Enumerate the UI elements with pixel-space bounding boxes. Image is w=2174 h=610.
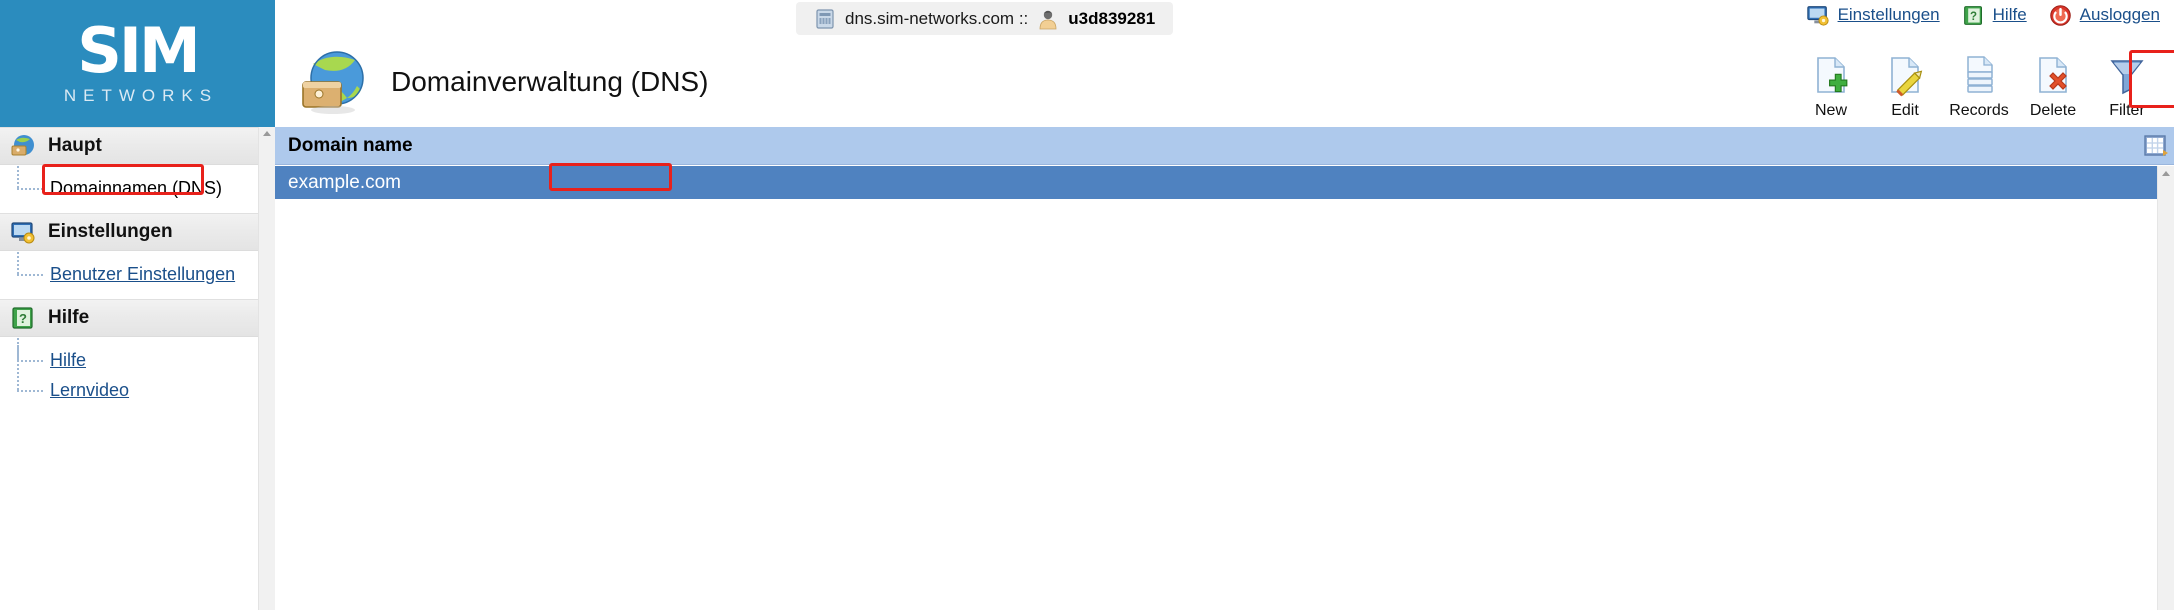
- grid-columns-icon[interactable]: [2140, 131, 2170, 161]
- tree-connector-icon: [17, 166, 50, 203]
- top-link-label: Ausloggen: [2079, 5, 2160, 24]
- top-links: Einstellungen ? Hilfe Ausloggen: [1806, 3, 2160, 27]
- sidebar-item-lernvideo[interactable]: Lernvideo: [0, 345, 275, 405]
- toolbar-button-new[interactable]: New: [1794, 45, 1868, 120]
- svg-text:?: ?: [1970, 10, 1977, 22]
- toolbar-button-label: Records: [1949, 102, 2009, 119]
- column-header-domain-name[interactable]: Domain name: [288, 135, 413, 157]
- power-logout-icon: [2049, 4, 2072, 27]
- sidebar-group-label: Hilfe: [48, 307, 90, 328]
- sidebar-body: Haupt Domainnamen (DNS) Einstellungen Be…: [0, 127, 275, 610]
- main-content: dns.sim-networks.com :: u3d839281 Einste…: [275, 0, 2174, 610]
- sidebar-item-label: Domainnamen (DNS): [50, 177, 223, 198]
- sidebar-item-label: Benutzer Einstellungen: [50, 263, 236, 284]
- page-edit-pencil-icon: [1883, 53, 1927, 97]
- top-link-einstellungen[interactable]: Einstellungen: [1806, 3, 1940, 27]
- table-scrollbar[interactable]: [2157, 166, 2174, 610]
- green-book-help-icon: ?: [1962, 4, 1985, 27]
- sidebar-item-hilfe[interactable]: Hilfe: [0, 338, 275, 375]
- sidebar-item-benutzer-einstellungen[interactable]: Benutzer Einstellungen: [0, 252, 275, 289]
- table-body: example.com: [275, 166, 2157, 610]
- tree-connector-icon: [17, 345, 50, 405]
- globe-briefcase-icon: [10, 133, 36, 159]
- sidebar-group-label: Haupt: [48, 135, 102, 156]
- green-book-help-icon: ?: [10, 305, 36, 331]
- session-host: dns.sim-networks.com ::: [845, 8, 1029, 28]
- tree-connector-icon: [17, 252, 50, 289]
- logo-secondary-text: NETWORKS: [63, 85, 219, 105]
- session-username: u3d839281: [1068, 8, 1156, 28]
- toolbar-button-delete[interactable]: Delete: [2016, 45, 2090, 120]
- page-delete-icon: [2031, 53, 2075, 97]
- top-bar: dns.sim-networks.com :: u3d839281 Einste…: [275, 0, 2174, 37]
- funnel-filter-icon: [2105, 53, 2149, 97]
- toolbar: New Edit Records Delete Filter: [1794, 45, 2164, 120]
- scroll-up-arrow-icon[interactable]: [263, 131, 271, 136]
- sidebar-group-label: Einstellungen: [48, 221, 173, 242]
- tree-connector-icon: [17, 338, 50, 375]
- logo-primary-text: SIM: [77, 13, 200, 87]
- table-row[interactable]: example.com: [275, 166, 2157, 199]
- server-icon: [814, 8, 836, 30]
- sidebar-scrollbar[interactable]: [258, 127, 275, 610]
- page-add-icon: [1809, 53, 1853, 97]
- table-header-row: Domain name: [275, 127, 2174, 165]
- sidebar-item-label: Lernvideo: [50, 379, 130, 400]
- sidebar-links-hilfe: Hilfe Lernvideo: [0, 337, 275, 415]
- sidebar-group-haupt[interactable]: Haupt: [0, 127, 275, 165]
- top-link-ausloggen[interactable]: Ausloggen: [2049, 4, 2160, 27]
- toolbar-button-label: Delete: [2029, 102, 2077, 119]
- page-title: Domainverwaltung (DNS): [391, 66, 709, 97]
- sidebar-item-label: Hilfe: [50, 349, 87, 370]
- toolbar-button-edit[interactable]: Edit: [1868, 45, 1942, 120]
- sidebar-item-domainnamen[interactable]: Domainnamen (DNS): [0, 166, 275, 203]
- top-link-label: Hilfe: [1992, 5, 2027, 24]
- sidebar-links-einstellungen: Benutzer Einstellungen: [0, 251, 275, 299]
- sidebar-group-hilfe[interactable]: ? Hilfe: [0, 299, 275, 337]
- domain-table: Domain name example.com: [275, 127, 2174, 610]
- scroll-up-arrow-icon[interactable]: [2162, 171, 2170, 176]
- svg-text:?: ?: [19, 311, 27, 326]
- sidebar-links-haupt: Domainnamen (DNS): [0, 165, 275, 213]
- monitor-settings-icon: [1806, 3, 1830, 27]
- toolbar-button-label: New: [1814, 102, 1847, 119]
- monitor-settings-icon: [10, 219, 36, 245]
- top-link-label: Einstellungen: [1837, 5, 1940, 24]
- cell-domain-name: example.com: [288, 171, 401, 193]
- top-link-hilfe[interactable]: ? Hilfe: [1962, 4, 2027, 27]
- dns-management-app: SIM NETWORKS Haupt Domainnamen (DNS) Ein…: [0, 0, 2174, 610]
- session-info: dns.sim-networks.com :: u3d839281: [796, 2, 1174, 35]
- brand-logo[interactable]: SIM NETWORKS: [0, 0, 275, 127]
- toolbar-button-label: Filter: [2109, 102, 2145, 119]
- toolbar-button-records[interactable]: Records: [1942, 45, 2016, 120]
- page-stack-icon: [1957, 53, 2001, 97]
- toolbar-button-label: Edit: [1891, 102, 1919, 119]
- globe-briefcase-icon: [297, 46, 369, 118]
- sidebar-group-einstellungen[interactable]: Einstellungen: [0, 213, 275, 251]
- sidebar: SIM NETWORKS Haupt Domainnamen (DNS) Ein…: [0, 0, 275, 610]
- user-avatar-icon: [1037, 8, 1059, 30]
- toolbar-button-filter[interactable]: Filter: [2090, 45, 2164, 120]
